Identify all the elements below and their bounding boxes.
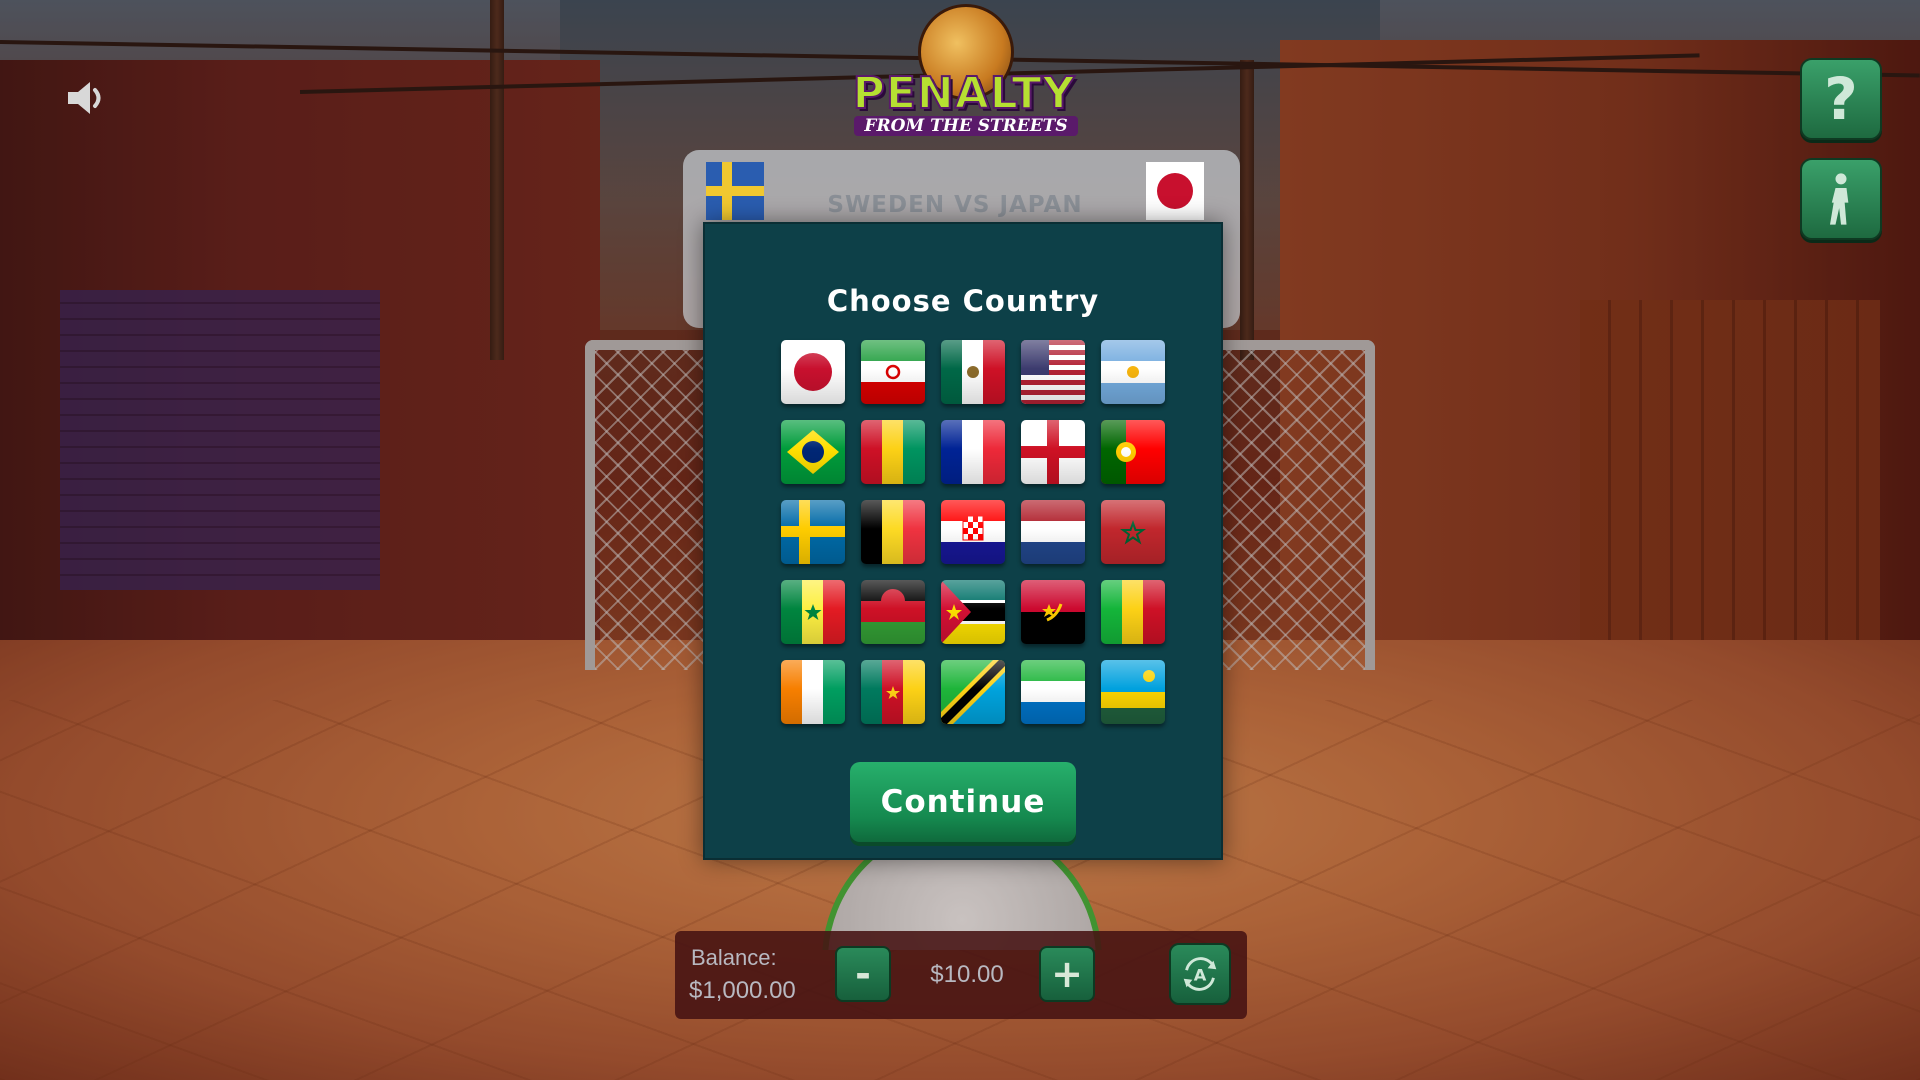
flag-mexico[interactable] (941, 340, 1005, 404)
auto-play-button[interactable]: A (1169, 943, 1231, 1005)
modal-title: Choose Country (826, 284, 1100, 318)
flag-sierra-leone[interactable] (1021, 660, 1085, 724)
flag-mozambique[interactable] (941, 580, 1005, 644)
flag-malawi[interactable] (861, 580, 925, 644)
choose-country-modal: Choose Country Continue (703, 222, 1223, 860)
flag-senegal[interactable] (781, 580, 845, 644)
help-button[interactable]: ? (1800, 58, 1882, 140)
flag-portugal[interactable] (1101, 420, 1165, 484)
flag-belgium[interactable] (861, 500, 925, 564)
japan-flag-icon (1146, 162, 1204, 220)
flag-mali[interactable] (1101, 580, 1165, 644)
decrease-bet-button[interactable]: - (835, 946, 891, 1002)
logo-title: PENALTY (852, 67, 1076, 120)
flag-usa[interactable] (1021, 340, 1085, 404)
flag-japan[interactable] (781, 340, 845, 404)
auto-play-icon: A (1183, 957, 1217, 991)
flag-argentina[interactable] (1101, 340, 1165, 404)
flag-croatia[interactable] (941, 500, 1005, 564)
svg-text:A: A (1194, 966, 1207, 985)
flag-ivory-coast[interactable] (781, 660, 845, 724)
flag-angola[interactable] (1021, 580, 1085, 644)
increase-bet-button[interactable]: + (1039, 946, 1095, 1002)
sweden-flag-icon (706, 162, 764, 220)
balance-label: Balance: (691, 945, 777, 970)
flag-england[interactable] (1021, 420, 1085, 484)
bet-amount: $10.00 (930, 961, 1004, 988)
bet-bar: Balance: $1,000.00 - $10.00 + A (675, 931, 1247, 1019)
flag-rwanda[interactable] (1101, 660, 1165, 724)
flag-brazil[interactable] (781, 420, 845, 484)
walking-person-button[interactable] (1800, 158, 1882, 240)
match-title: SWEDEN VS JAPAN (827, 192, 1083, 218)
walking-person-icon (1830, 173, 1849, 225)
question-mark-icon: ? (1824, 65, 1858, 133)
balance-value: $1,000.00 (689, 977, 796, 1004)
flag-tanzania[interactable] (941, 660, 1005, 724)
logo-subtitle: FROM THE STREETS (854, 116, 1078, 136)
game-logo: PENALTY FROM THE STREETS (848, 4, 1080, 140)
flag-netherlands[interactable] (1021, 500, 1085, 564)
flag-cameroon[interactable] (861, 660, 925, 724)
speaker-icon[interactable] (62, 74, 110, 122)
flag-guinea[interactable] (861, 420, 925, 484)
continue-button[interactable]: Continue (850, 762, 1076, 842)
flag-morocco[interactable] (1101, 500, 1165, 564)
flag-sweden[interactable] (781, 500, 845, 564)
flag-grid (781, 340, 1171, 724)
flag-iran[interactable] (861, 340, 925, 404)
flag-france[interactable] (941, 420, 1005, 484)
